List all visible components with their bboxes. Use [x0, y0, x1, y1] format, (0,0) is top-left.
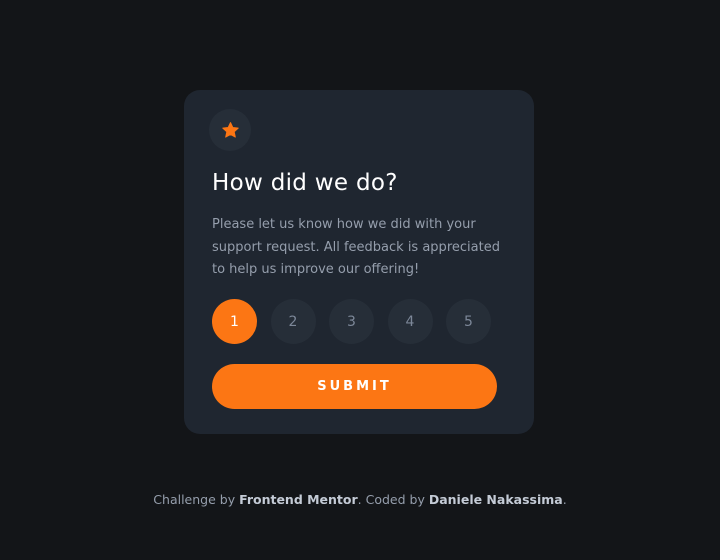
- rating-option-1[interactable]: 1: [212, 299, 257, 344]
- attribution-footer: Challenge by Frontend Mentor. Coded by D…: [0, 492, 720, 507]
- attribution-middle: . Coded by: [357, 492, 429, 507]
- submit-button[interactable]: SUBMIT: [212, 364, 497, 409]
- attribution-prefix: Challenge by: [153, 492, 240, 507]
- attribution-suffix: .: [562, 492, 567, 507]
- star-icon: [221, 122, 239, 138]
- author-link[interactable]: Daniele Nakassima: [429, 492, 563, 507]
- rating-options: 1 2 3 4 5: [212, 299, 491, 344]
- rating-option-4[interactable]: 4: [387, 299, 433, 344]
- card-description: Please let us know how we did with your …: [212, 217, 500, 277]
- rating-option-3[interactable]: 3: [329, 299, 374, 344]
- rating-option-2[interactable]: 2: [270, 299, 316, 344]
- card-title: How did we do?: [212, 170, 398, 196]
- star-badge: [209, 109, 251, 151]
- rating-card: How did we do? Please let us know how we…: [184, 90, 534, 434]
- rating-option-5[interactable]: 5: [446, 299, 491, 344]
- frontend-mentor-link[interactable]: Frontend Mentor: [239, 492, 358, 507]
